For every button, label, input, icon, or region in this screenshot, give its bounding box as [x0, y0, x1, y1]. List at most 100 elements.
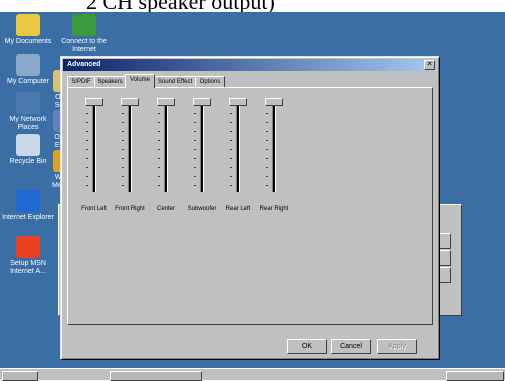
msn-icon — [16, 236, 40, 258]
slider-tick — [86, 113, 88, 114]
slider-tick — [266, 149, 268, 150]
slider-thumb[interactable] — [157, 98, 175, 106]
document-caption: 2 CH speaker output) — [0, 0, 505, 12]
slider-tick — [158, 131, 160, 132]
desktop-icon-label: Setup MSN Internet A... — [10, 260, 46, 275]
slider-tick — [194, 185, 196, 186]
slider-tick — [266, 167, 268, 168]
slider-tick — [230, 140, 232, 141]
desktop-icon-my-computer[interactable]: My Computer — [0, 54, 56, 86]
desktop-icon-setup-msn[interactable]: Setup MSN Internet A... — [0, 236, 56, 276]
channel-label: Center — [156, 206, 175, 212]
close-icon: ✕ — [426, 61, 433, 68]
desktop: My Documents Connect to the Internet My Co… — [0, 12, 505, 368]
slider-tick — [86, 131, 88, 132]
slider-track — [164, 102, 168, 192]
network-icon — [16, 92, 40, 114]
slider-track — [200, 102, 204, 192]
recycle-bin-icon — [16, 134, 40, 156]
advanced-dialog: Advanced ✕ S/PDIF Speakers Volume Sound … — [60, 56, 440, 360]
channel-label: Rear Right — [259, 206, 289, 212]
apply-button[interactable]: Apply — [377, 339, 417, 354]
dialog-title: Advanced — [67, 61, 101, 68]
desktop-icon-recycle-bin[interactable]: Recycle Bin — [0, 134, 56, 166]
slider-tick — [122, 113, 124, 114]
desktop-icon-my-documents[interactable]: My Documents — [0, 14, 56, 46]
slider-tick — [122, 176, 124, 177]
volume-slider[interactable] — [262, 98, 286, 208]
slider-thumb[interactable] — [121, 98, 139, 106]
slider-tick — [266, 185, 268, 186]
slider-thumb[interactable] — [193, 98, 211, 106]
slider-tick — [266, 122, 268, 123]
folder-icon — [16, 14, 40, 36]
volume-slider[interactable] — [118, 98, 142, 208]
volume-slider[interactable] — [190, 98, 214, 208]
slider-tick — [230, 158, 232, 159]
tab-options[interactable]: Options — [195, 76, 225, 87]
slider-tick — [122, 122, 124, 123]
desktop-icon-internet-explorer[interactable]: Internet Explorer — [0, 190, 56, 222]
slider-tick — [230, 113, 232, 114]
desktop-icon-label: Recycle Bin — [9, 158, 47, 165]
taskbar-button[interactable] — [110, 371, 202, 381]
slider-tick — [122, 158, 124, 159]
slider-tick — [266, 176, 268, 177]
slider-tick — [194, 176, 196, 177]
ie-icon — [16, 190, 40, 212]
tab-volume[interactable]: Volume — [125, 74, 155, 88]
slider-tick — [266, 131, 268, 132]
slider-track — [92, 102, 96, 192]
slider-tick — [122, 140, 124, 141]
slider-tick — [122, 131, 124, 132]
slider-track — [272, 102, 276, 192]
volume-slider[interactable] — [226, 98, 250, 208]
slider-tick — [230, 167, 232, 168]
slider-tick — [86, 185, 88, 186]
slider-track — [236, 102, 240, 192]
slider-thumb[interactable] — [265, 98, 283, 106]
tab-speakers[interactable]: Speakers — [94, 76, 126, 87]
volume-slider[interactable] — [82, 98, 106, 208]
slider-track — [128, 102, 132, 192]
slider-tick — [158, 185, 160, 186]
slider-tick — [230, 176, 232, 177]
slider-tick — [194, 122, 196, 123]
slider-thumb[interactable] — [85, 98, 103, 106]
desktop-icon-label: My Network Places — [9, 116, 47, 131]
cancel-button[interactable]: Cancel — [331, 339, 371, 354]
channel-label: Front Left — [81, 206, 107, 212]
slider-tick — [158, 140, 160, 141]
computer-icon — [16, 54, 40, 76]
taskbar — [0, 368, 505, 381]
desktop-icon-connect-internet[interactable]: Connect to the Internet — [56, 14, 112, 54]
close-button[interactable]: ✕ — [424, 60, 435, 70]
globe-icon — [72, 14, 96, 36]
slider-tick — [230, 149, 232, 150]
ok-button[interactable]: OK — [287, 339, 327, 354]
slider-tick — [86, 122, 88, 123]
tab-spdif[interactable]: S/PDIF — [67, 76, 95, 87]
start-button[interactable] — [2, 371, 38, 381]
slider-thumb[interactable] — [229, 98, 247, 106]
slider-tick — [194, 158, 196, 159]
slider-tick — [194, 140, 196, 141]
slider-tick — [194, 149, 196, 150]
slider-tick — [122, 185, 124, 186]
desktop-icon-my-network-places[interactable]: My Network Places — [0, 92, 56, 132]
slider-tick — [86, 176, 88, 177]
volume-slider[interactable] — [154, 98, 178, 208]
slider-tick — [266, 113, 268, 114]
slider-tick — [122, 149, 124, 150]
slider-tick — [266, 140, 268, 141]
slider-tick — [86, 140, 88, 141]
channel-label: Rear Left — [225, 206, 251, 212]
slider-tick — [158, 158, 160, 159]
slider-tick — [230, 122, 232, 123]
slider-tick — [194, 167, 196, 168]
slider-tick — [194, 113, 196, 114]
dialog-titlebar[interactable]: Advanced ✕ — [63, 59, 437, 71]
slider-tick — [158, 122, 160, 123]
slider-tick — [158, 167, 160, 168]
tab-sound-effect[interactable]: Sound Effect — [154, 76, 196, 87]
